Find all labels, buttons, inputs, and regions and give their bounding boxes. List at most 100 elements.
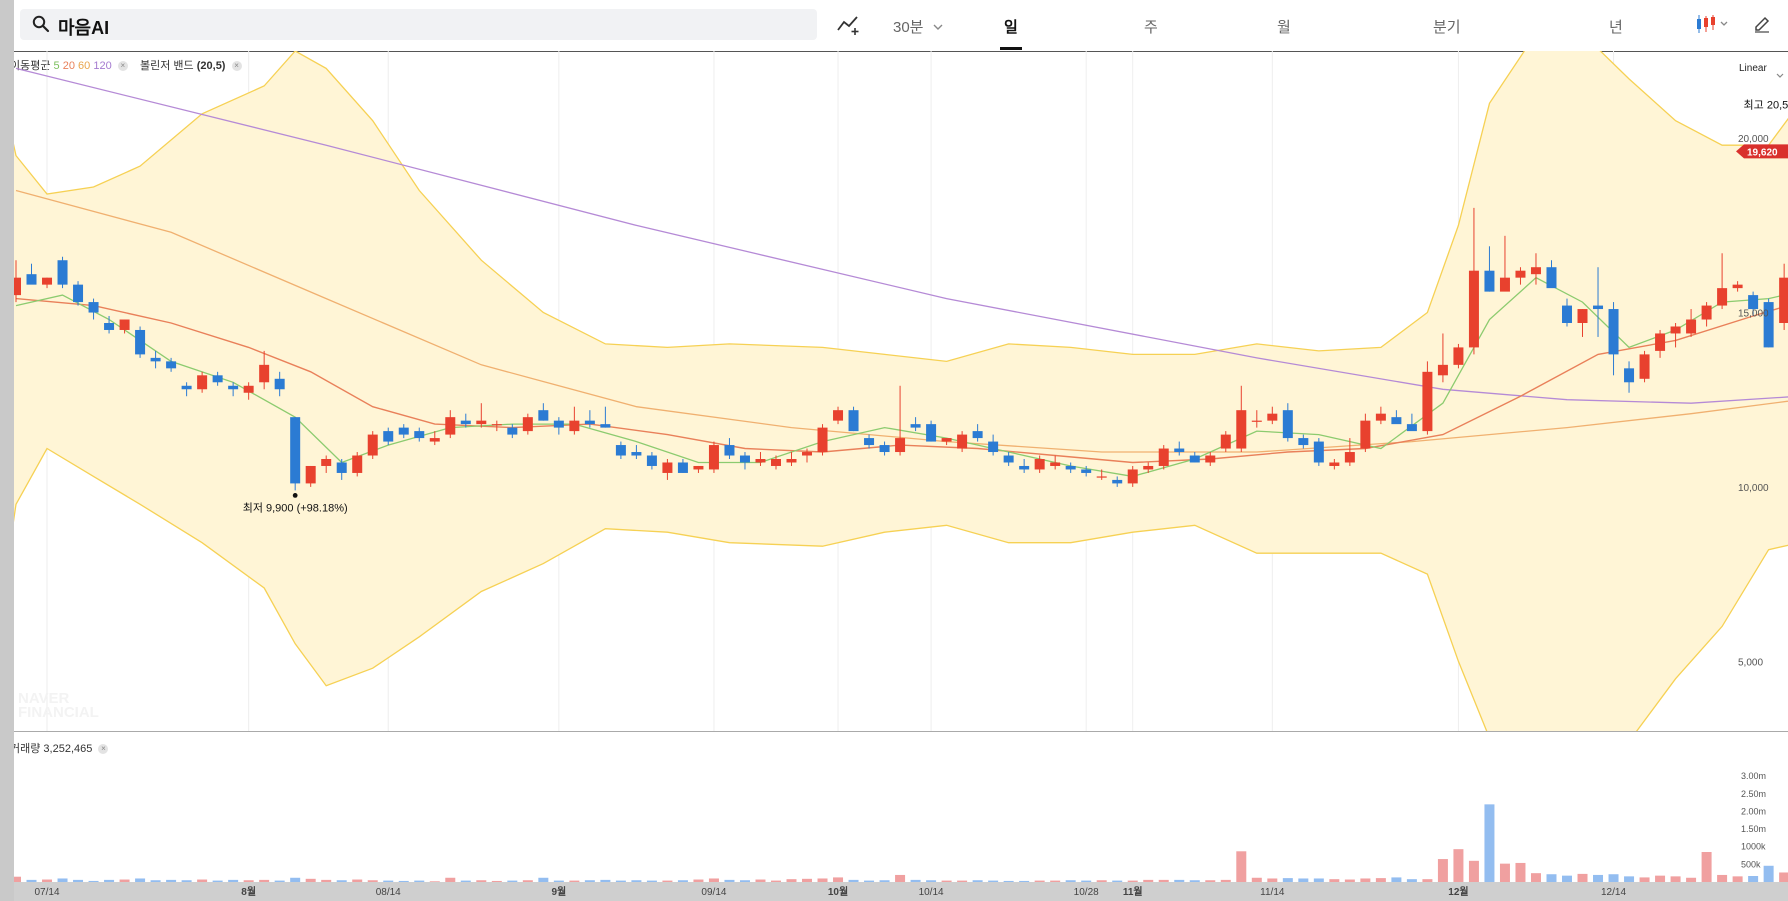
volume-bar <box>1701 852 1712 882</box>
volume-bar <box>1484 804 1495 882</box>
search-box[interactable]: 마음AI <box>20 9 817 40</box>
candle <box>817 424 828 456</box>
candle-body <box>693 465 704 470</box>
candle <box>57 256 68 289</box>
indicator-add-icon[interactable] <box>836 14 862 41</box>
candle-body <box>848 410 859 432</box>
candle-body <box>584 420 595 425</box>
candle-body <box>1174 448 1185 453</box>
candle-body <box>910 424 921 428</box>
candle-body <box>1096 476 1107 478</box>
x-tick-label: 10/28 <box>1074 887 1099 898</box>
candle-body <box>1360 420 1371 449</box>
candle-body <box>864 438 875 446</box>
candle-body <box>14 277 21 296</box>
candle-body <box>1236 410 1247 449</box>
x-axis: 07/14 8월 08/14 9월 09/14 10월 10/14 10/28 11월 11/14… <box>14 882 1788 901</box>
candle-body <box>1251 420 1262 422</box>
candle-body <box>1593 305 1604 310</box>
candle-body <box>724 445 735 456</box>
candle-body <box>197 375 208 390</box>
draw-pencil-icon[interactable] <box>1752 14 1772 39</box>
candle-body <box>1298 438 1309 446</box>
chart-window: 마음AI 30분 일 주 월 분기 년 이동평균 5 20 60 120 × 볼… <box>14 0 1788 901</box>
tab-month[interactable]: 월 <box>1277 16 1291 37</box>
candle-body <box>739 455 750 463</box>
candle-body <box>1515 270 1526 278</box>
tab-day[interactable]: 일 <box>1004 16 1018 37</box>
candle-body <box>166 361 177 369</box>
interval-dropdown[interactable]: 30분 <box>893 16 924 37</box>
candlestick-type-icon[interactable] <box>1695 13 1731 40</box>
candle-body <box>1562 305 1572 323</box>
candle-body <box>336 462 347 473</box>
tab-year[interactable]: 년 <box>1609 16 1623 37</box>
candle-body <box>1313 441 1324 463</box>
candle-body <box>243 385 254 393</box>
candle-body <box>1127 469 1138 484</box>
candle-body <box>1530 267 1541 275</box>
candle-body <box>755 459 766 463</box>
candle-body <box>1468 270 1479 348</box>
candle-body <box>1717 288 1728 306</box>
high-annotation: 최고 20,500 (-4.29%) <box>1744 99 1788 112</box>
volume-bar <box>1236 851 1247 882</box>
candle-body <box>895 438 906 453</box>
volume-bar <box>1577 873 1588 882</box>
x-tick-label: 07/14 <box>35 887 60 898</box>
candle <box>352 452 363 477</box>
volume-chart[interactable]: 500k 1000k 1.50m 2.00m 2.50m 3.00m <box>14 732 1788 882</box>
x-tick-label: 08/14 <box>376 887 401 898</box>
candle-body <box>1375 413 1386 421</box>
candle <box>708 441 719 473</box>
candle-body <box>1019 465 1030 470</box>
search-icon[interactable] <box>32 15 50 38</box>
candle-body <box>460 420 471 425</box>
candle-body <box>1670 326 1681 334</box>
candle-body <box>802 452 813 456</box>
search-query[interactable]: 마음AI <box>58 14 109 40</box>
candle-body <box>972 431 983 439</box>
candle-body <box>1205 455 1216 463</box>
candle-body <box>770 459 781 466</box>
candle-body <box>42 277 53 285</box>
candle-body <box>104 323 115 330</box>
volume-bar <box>1453 849 1464 882</box>
price-chart[interactable]: 5,000 10,000 15,000 20,000 19,620 최저 9,900 (+… <box>14 51 1788 731</box>
tab-quarter[interactable]: 분기 <box>1433 16 1461 37</box>
chevron-down-icon[interactable] <box>933 18 943 36</box>
candle-body <box>1344 452 1355 463</box>
candle-body <box>708 445 719 470</box>
tab-week[interactable]: 주 <box>1144 16 1158 37</box>
candle-body <box>228 385 239 390</box>
volume-tick-label: 2.50m <box>1741 789 1766 799</box>
candle-body <box>786 459 797 463</box>
candle <box>1639 350 1650 383</box>
candle <box>1158 445 1169 470</box>
candle-body <box>26 274 37 285</box>
candle-body <box>57 260 68 285</box>
candle-body <box>941 438 952 442</box>
candle-body <box>1453 347 1464 365</box>
candle-body <box>615 445 626 456</box>
annotation-dot <box>292 492 298 498</box>
candle-body <box>150 357 161 362</box>
candle-body <box>367 434 378 456</box>
candle-body <box>1081 469 1092 473</box>
candle-body <box>1701 305 1712 320</box>
candle-body <box>1003 455 1014 463</box>
candle <box>1453 343 1464 369</box>
volume-bar <box>895 874 906 882</box>
naver-financial-watermark: NAVER FINANCIAL <box>18 690 99 721</box>
volume-bar <box>1763 865 1774 882</box>
candle-body <box>135 329 146 355</box>
candle-body <box>476 420 487 425</box>
volume-bar <box>1779 872 1788 882</box>
candle <box>290 417 301 491</box>
candle-body <box>274 378 285 390</box>
candle-body <box>631 452 642 456</box>
candle-body <box>1686 319 1697 334</box>
candle <box>1422 361 1433 435</box>
x-tick-label: 9월 <box>551 886 566 898</box>
volume-bar <box>1499 863 1510 882</box>
